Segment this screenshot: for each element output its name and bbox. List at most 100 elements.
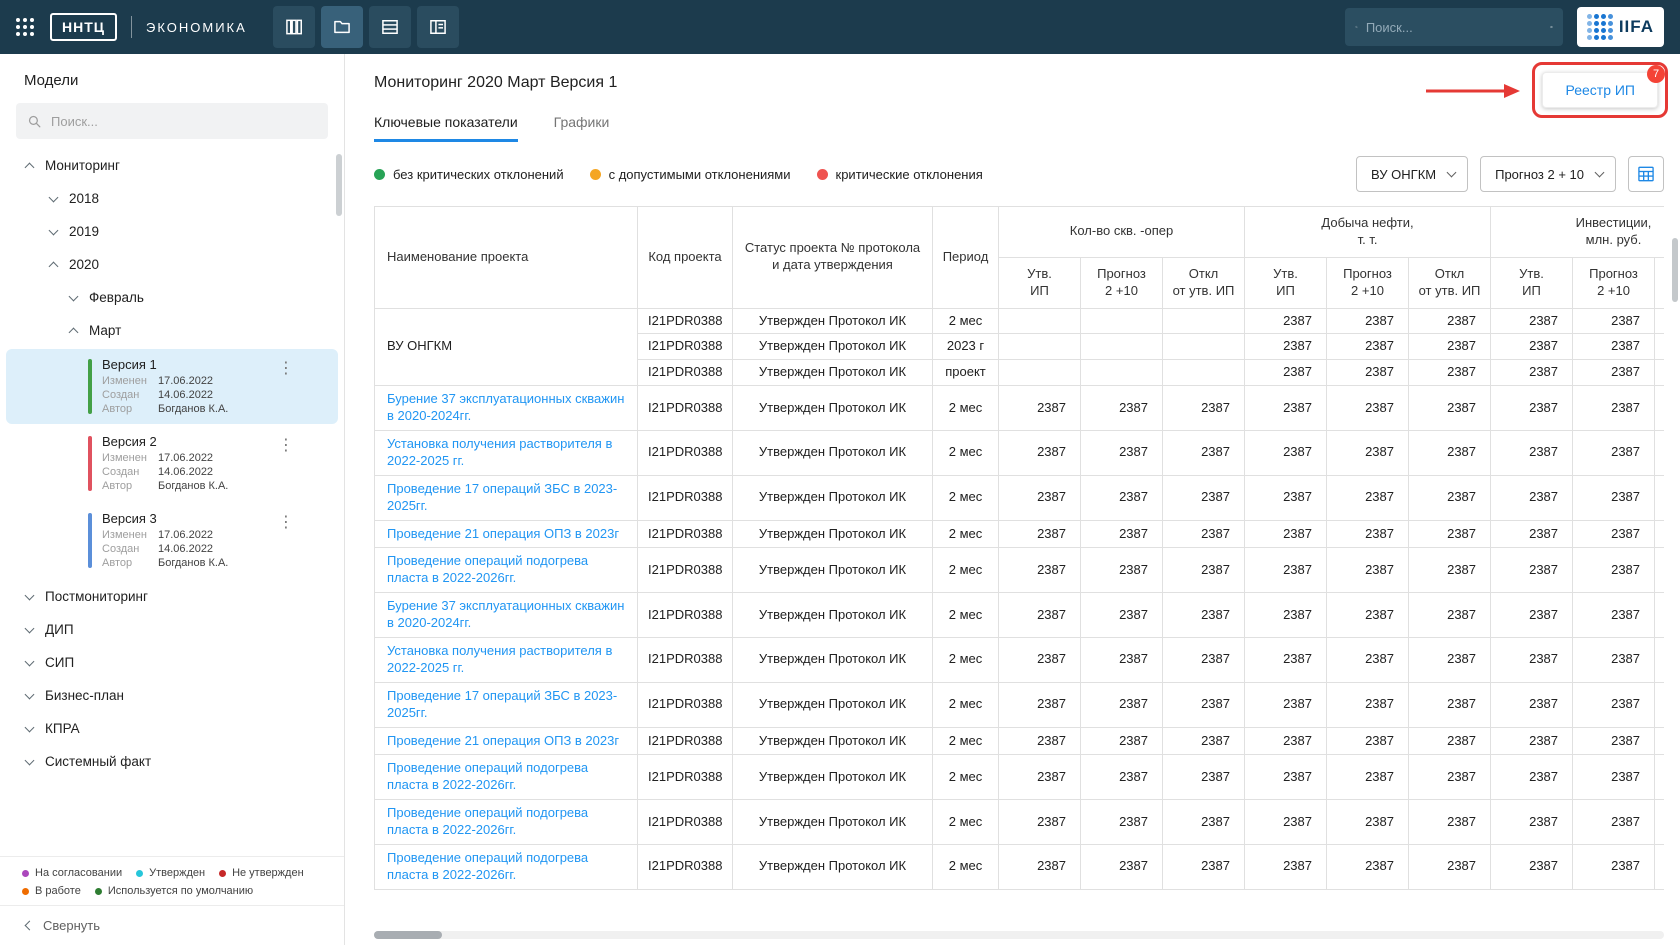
apps-grid-icon[interactable] bbox=[16, 18, 34, 36]
status-dot-icon bbox=[219, 869, 227, 877]
value-cell: 2387 bbox=[1654, 307, 1664, 335]
sidebar-bottom: На согласовании Утвержден Не утвержден В ра… bbox=[0, 856, 344, 945]
value-cell: 2387 bbox=[1572, 681, 1656, 728]
deviation-legend-label: критические отклонения bbox=[835, 166, 983, 182]
project-period: 2 мес bbox=[932, 592, 999, 639]
value-cell: 2387 bbox=[1490, 637, 1574, 683]
tune-icon[interactable] bbox=[1550, 18, 1553, 36]
project-link[interactable]: Бурение 37 эксплуатационных скважин в 20… bbox=[374, 385, 638, 432]
registry-button[interactable]: Реестр ИП 7 bbox=[1542, 65, 1665, 108]
project-code: I21PDR0388 bbox=[637, 547, 733, 594]
deviation-legend-item: без критических отклонений bbox=[374, 167, 564, 182]
table-row: Проведение 17 операций ЗБС в 2023-2025гг… bbox=[374, 474, 1664, 521]
project-link[interactable]: Проведение операций подогрева пласта в 2… bbox=[374, 799, 638, 846]
status-dot-icon bbox=[94, 887, 102, 895]
value-cell: 2387 bbox=[1326, 333, 1409, 361]
value-cell: 2387 bbox=[998, 430, 1081, 476]
view-list-button[interactable] bbox=[368, 6, 411, 48]
value-cell: 2387 bbox=[1490, 474, 1574, 521]
project-code: I21PDR0388 bbox=[637, 754, 733, 801]
value-cell: 2387 bbox=[1407, 681, 1492, 728]
company-logo: ННТЦ bbox=[50, 13, 117, 41]
version-item-2[interactable]: Версия 2 Изменен 17.06.2022 Создан 14.06.202… bbox=[6, 426, 338, 501]
version-meta-row: Изменен 17.06.2022 bbox=[102, 452, 298, 464]
tree-item-system-fact[interactable]: Системный факт bbox=[0, 745, 344, 778]
deviation-legend-label: без критических отклонений bbox=[393, 166, 564, 182]
version-item-1[interactable]: Версия 1 Изменен 17.06.2022 Создан 14.06.202… bbox=[6, 349, 338, 424]
horizontal-scrollbar-thumb[interactable] bbox=[374, 931, 442, 939]
value-cell: 2387 bbox=[1572, 844, 1656, 890]
tree-item-dip[interactable]: ДИП bbox=[0, 613, 344, 646]
value-cell: 2387 bbox=[1162, 385, 1245, 432]
value-cell: 2387 bbox=[1654, 547, 1664, 594]
value-cell: 2387 bbox=[1080, 547, 1163, 594]
model-search-input[interactable] bbox=[51, 113, 318, 129]
tab-key-indicators[interactable]: Ключевые показатели bbox=[374, 114, 518, 142]
filter-dropdown-model[interactable]: ВУ ОНГКМ bbox=[1356, 156, 1469, 192]
project-link[interactable]: Проведение 17 операций ЗБС в 2023-2025гг… bbox=[374, 681, 638, 728]
project-status: Утвержден Протокол ИК bbox=[732, 333, 933, 361]
tree-item-sip[interactable]: СИП bbox=[0, 646, 344, 679]
project-link[interactable]: Установка получения растворителя в 2022-… bbox=[374, 430, 638, 476]
filter-dropdown-forecast[interactable]: Прогноз 2 + 10 bbox=[1480, 156, 1616, 192]
global-search-input[interactable] bbox=[1365, 19, 1542, 35]
project-link[interactable]: Установка получения растворителя в 2022-… bbox=[374, 637, 638, 683]
value-cell: 2387 bbox=[1572, 637, 1656, 683]
main-vertical-scrollbar[interactable] bbox=[1672, 238, 1678, 302]
project-link[interactable]: Проведение 17 операций ЗБС в 2023-2025гг… bbox=[374, 474, 638, 521]
deviation-legend: без критических отклонений с допустимыми … bbox=[374, 167, 983, 182]
kebab-menu-icon[interactable]: ⋮ bbox=[274, 513, 298, 533]
project-link[interactable]: Проведение 21 операция ОПЗ в 2023г bbox=[374, 519, 638, 549]
tree-item-year-2019[interactable]: 2019 bbox=[0, 215, 344, 248]
chevron-down-icon bbox=[1594, 167, 1605, 178]
view-columns-button[interactable] bbox=[272, 6, 315, 48]
horizontal-scrollbar[interactable] bbox=[374, 931, 1664, 939]
value-cell: 2387 bbox=[1244, 547, 1327, 594]
value-cell: 2387 bbox=[1407, 519, 1492, 549]
registry-badge: 7 bbox=[1647, 65, 1665, 83]
tree-item-postmonitoring[interactable]: Постмониторинг bbox=[0, 580, 344, 613]
version-item-3[interactable]: Версия 3 Изменен 17.06.2022 Создан 14.06.202… bbox=[6, 503, 338, 578]
chevron-down-icon bbox=[24, 590, 35, 600]
tree-item-march[interactable]: Март bbox=[0, 314, 344, 347]
tree-item-business-plan[interactable]: Бизнес-план bbox=[0, 679, 344, 712]
project-link[interactable]: Бурение 37 эксплуатационных скважин в 20… bbox=[374, 592, 638, 639]
value-cell: 2387 bbox=[1572, 754, 1656, 801]
sidebar-scrollbar[interactable] bbox=[336, 154, 342, 216]
legend-label: Не утвержден bbox=[232, 867, 304, 879]
sidebar-view-icon bbox=[429, 20, 446, 34]
project-link[interactable]: Проведение 21 операция ОПЗ в 2023г bbox=[374, 726, 638, 756]
tree-item-kpra[interactable]: КПРА bbox=[0, 712, 344, 745]
project-link[interactable]: Проведение операций подогрева пласта в 2… bbox=[374, 547, 638, 594]
version-meta-value: 17.06.2022 bbox=[158, 529, 214, 541]
view-sidebar-button[interactable] bbox=[416, 6, 459, 48]
tree-item-label: Февраль bbox=[89, 290, 144, 305]
value-cell: 2387 bbox=[1244, 430, 1327, 476]
tree-item-february[interactable]: Февраль bbox=[0, 281, 344, 314]
project-link[interactable]: Проведение операций подогрева пласта в 2… bbox=[374, 754, 638, 801]
project-status: Утвержден Протокол ИК bbox=[732, 844, 933, 890]
chevron-down-icon bbox=[68, 291, 79, 301]
view-folder-button[interactable] bbox=[320, 6, 363, 48]
project-period: 2 мес bbox=[932, 474, 999, 521]
model-search[interactable] bbox=[16, 103, 328, 139]
global-search[interactable] bbox=[1344, 8, 1563, 46]
tab-charts[interactable]: Графики bbox=[554, 114, 610, 142]
kebab-menu-icon[interactable]: ⋮ bbox=[274, 359, 298, 379]
value-cell: 2387 bbox=[1244, 726, 1327, 756]
table-view-button[interactable] bbox=[1628, 156, 1664, 192]
version-meta-row: Автор Богданов К.А. bbox=[102, 557, 298, 569]
tree-item-label: Постмониторинг bbox=[45, 589, 148, 604]
chevron-up-icon bbox=[68, 327, 79, 337]
project-code: I21PDR0388 bbox=[637, 519, 733, 549]
value-cell: 2387 bbox=[1572, 474, 1656, 521]
value-cell: 2387 bbox=[1407, 474, 1492, 521]
kebab-menu-icon[interactable]: ⋮ bbox=[274, 436, 298, 456]
value-cell bbox=[998, 333, 1081, 361]
legend-label: Утвержден bbox=[149, 867, 206, 879]
project-link[interactable]: Проведение операций подогрева пласта в 2… bbox=[374, 844, 638, 890]
tree-item-monitoring[interactable]: Мониторинг bbox=[0, 149, 344, 182]
tree-item-year-2018[interactable]: 2018 bbox=[0, 182, 344, 215]
tree-item-year-2020[interactable]: 2020 bbox=[0, 248, 344, 281]
collapse-sidebar-button[interactable]: Свернуть bbox=[0, 905, 344, 945]
